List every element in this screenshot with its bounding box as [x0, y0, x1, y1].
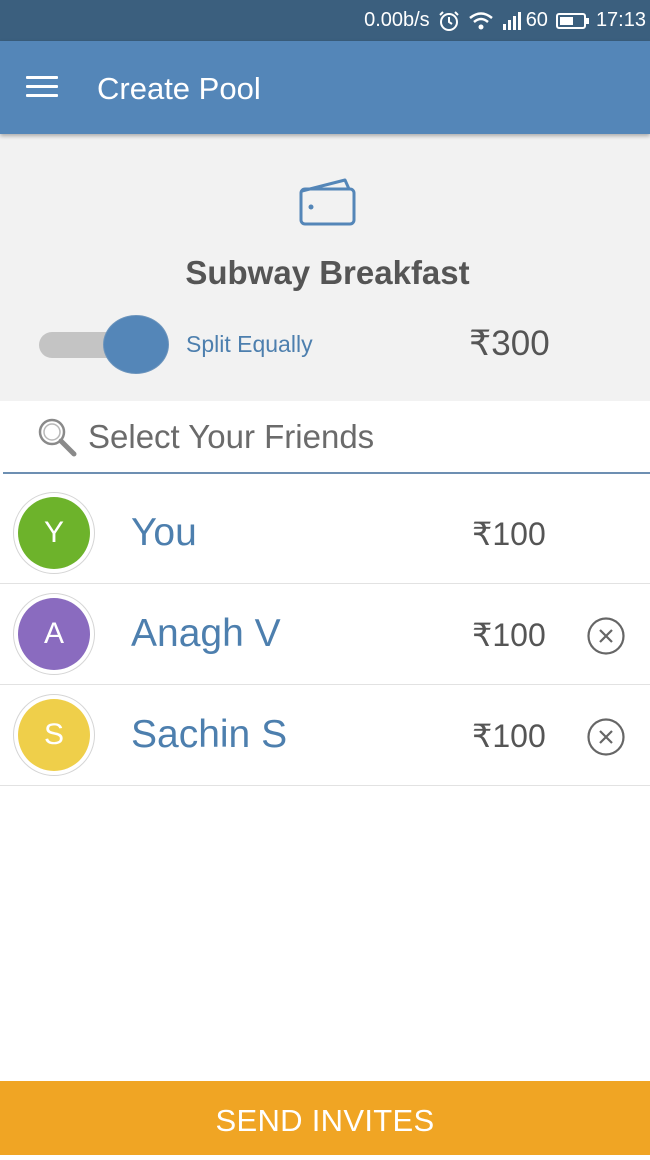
- friend-amount: ₹100: [472, 718, 546, 754]
- search-icon: [36, 416, 78, 463]
- pool-header: Subway Breakfast Split Equally ₹300: [0, 134, 650, 401]
- clock: 17:13: [595, 9, 646, 31]
- avatar: A: [13, 593, 95, 675]
- toggle-knob: [103, 315, 169, 374]
- avatar-initial: A: [18, 598, 90, 670]
- signal-icon: [502, 11, 524, 31]
- avatar-initial: Y: [18, 497, 90, 569]
- split-equally-toggle[interactable]: [39, 314, 169, 374]
- wallet-icon: [299, 177, 357, 232]
- pool-name: Subway Breakfast: [185, 254, 470, 291]
- alarm-icon: [438, 10, 460, 32]
- pool-total-amount: ₹300: [469, 324, 550, 363]
- wifi-icon: [468, 11, 494, 31]
- friend-row[interactable]: S Sachin S ₹100: [0, 685, 650, 786]
- remove-friend-icon[interactable]: [586, 616, 626, 656]
- remove-friend-icon[interactable]: [586, 717, 626, 757]
- hamburger-menu-icon[interactable]: [26, 76, 60, 100]
- avatar-initial: S: [18, 699, 90, 771]
- friend-row[interactable]: Y You ₹100: [0, 483, 650, 584]
- search-input[interactable]: [86, 411, 630, 463]
- app-bar: Create Pool: [0, 41, 650, 134]
- friend-row[interactable]: A Anagh V ₹100: [0, 584, 650, 685]
- friend-name: You: [131, 511, 197, 554]
- send-invites-button[interactable]: SEND INVITES: [0, 1081, 650, 1155]
- friend-amount: ₹100: [472, 516, 546, 552]
- friend-amount: ₹100: [472, 617, 546, 653]
- net-speed: 0.00b/s: [364, 9, 430, 31]
- battery-icon: [555, 12, 590, 30]
- avatar: S: [13, 694, 95, 776]
- friend-name: Anagh V: [131, 612, 281, 655]
- status-bar: 0.00b/s 60 17:13: [0, 0, 650, 41]
- friend-name: Sachin S: [131, 713, 288, 756]
- split-equally-label: Split Equally: [186, 331, 313, 357]
- avatar: Y: [13, 492, 95, 574]
- page-title: Create Pool: [97, 71, 261, 106]
- friend-search[interactable]: [3, 401, 650, 474]
- signal-label: 60: [525, 9, 548, 31]
